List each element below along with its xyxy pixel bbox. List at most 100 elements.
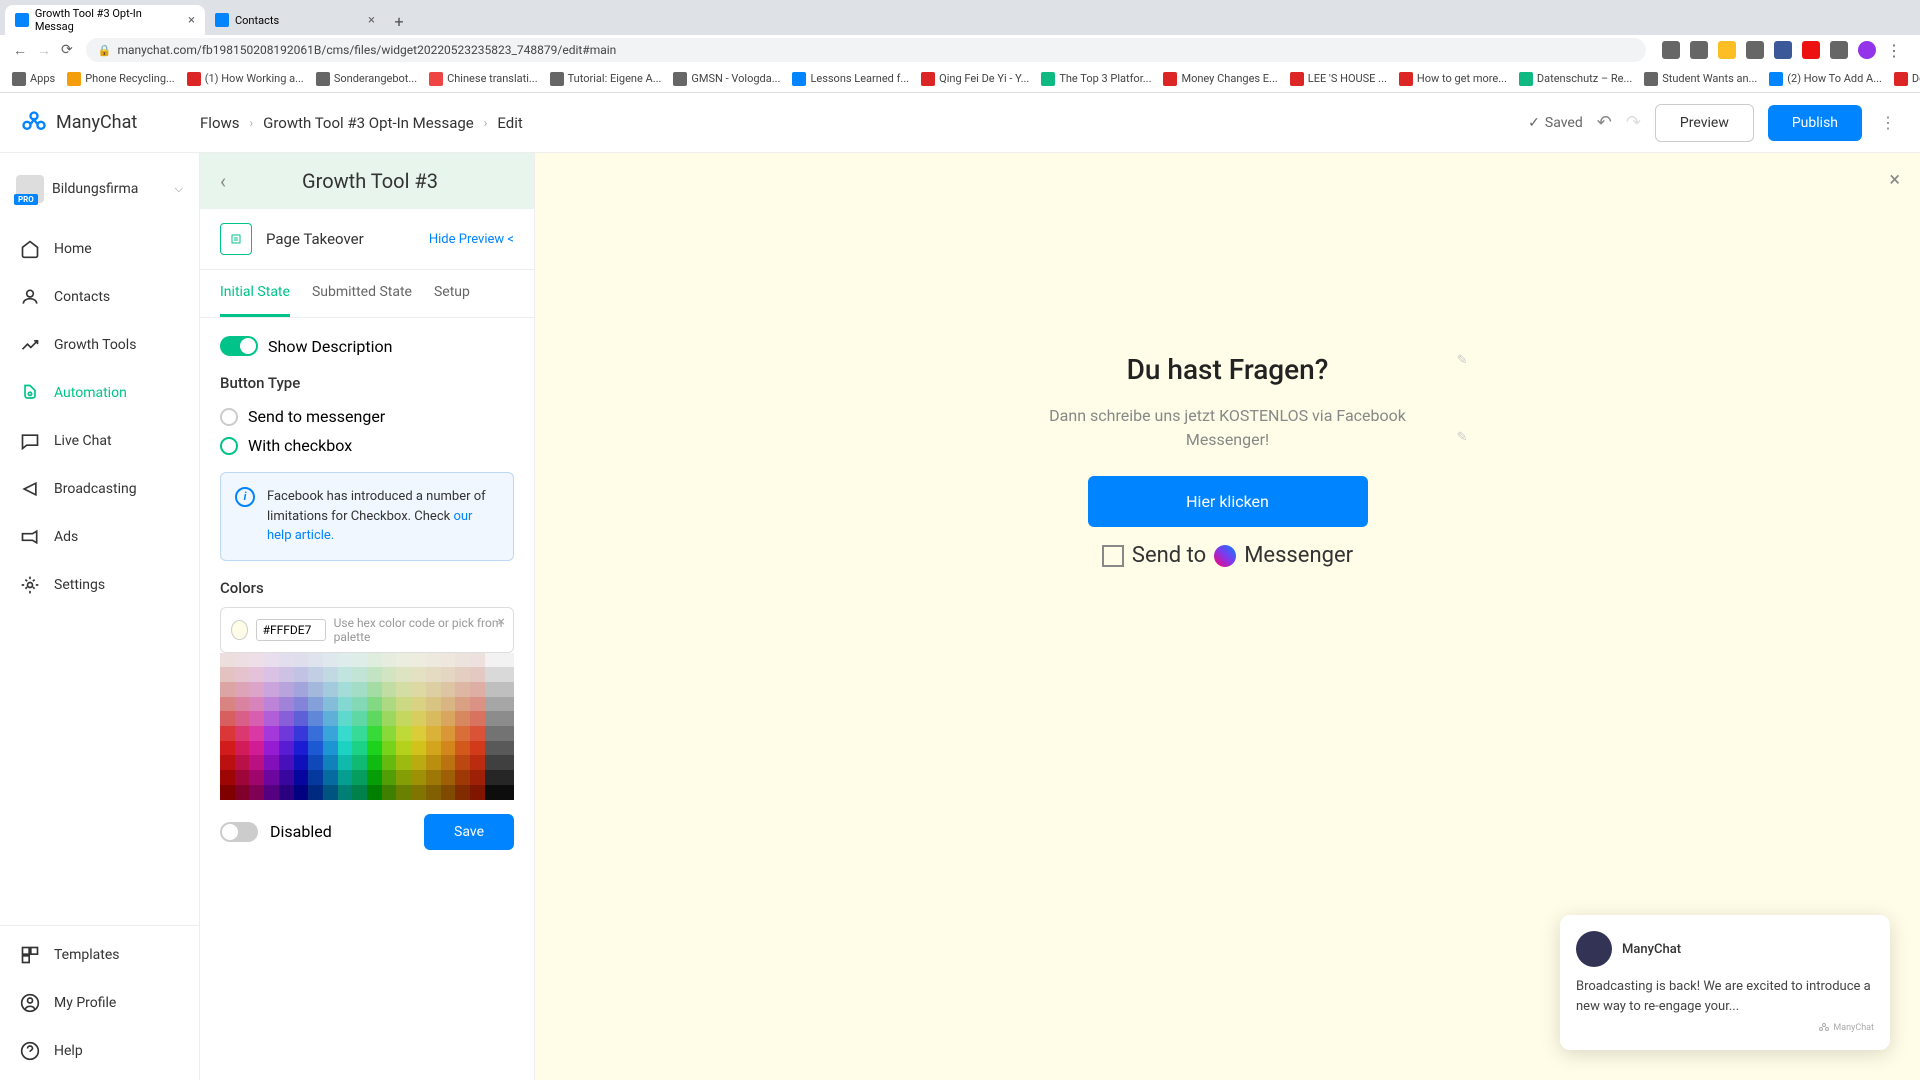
palette-swatch[interactable] [279, 653, 294, 668]
palette-swatch[interactable] [367, 741, 382, 756]
palette-swatch[interactable] [367, 711, 382, 726]
palette-swatch[interactable] [323, 653, 338, 668]
palette-swatch[interactable] [470, 697, 485, 712]
palette-swatch[interactable] [279, 755, 294, 770]
palette-swatch[interactable] [308, 682, 323, 697]
palette-swatch[interactable] [441, 741, 456, 756]
palette-swatch[interactable] [220, 741, 235, 756]
sidebar-item-automation[interactable]: Automation [0, 369, 199, 417]
palette-swatch[interactable] [485, 667, 500, 682]
palette-swatch[interactable] [338, 755, 353, 770]
palette-swatch[interactable] [499, 653, 514, 668]
palette-swatch[interactable] [323, 667, 338, 682]
palette-swatch[interactable] [264, 667, 279, 682]
radio-send-to-messenger[interactable]: Send to messenger [220, 402, 514, 431]
palette-swatch[interactable] [235, 682, 250, 697]
sidebar-item-help[interactable]: Help [0, 1027, 199, 1075]
palette-swatch[interactable] [264, 653, 279, 668]
palette-swatch[interactable] [220, 667, 235, 682]
palette-swatch[interactable] [308, 697, 323, 712]
sidebar-item-my-profile[interactable]: My Profile [0, 979, 199, 1027]
palette-swatch[interactable] [455, 697, 470, 712]
breadcrumb-flows[interactable]: Flows [200, 114, 240, 132]
bookmark-item[interactable]: Tutorial: Eigene A... [550, 72, 662, 86]
palette-swatch[interactable] [249, 682, 264, 697]
sidebar-item-templates[interactable]: Templates [0, 931, 199, 979]
palette-swatch[interactable] [455, 711, 470, 726]
palette-swatch[interactable] [470, 653, 485, 668]
palette-swatch[interactable] [485, 682, 500, 697]
palette-swatch[interactable] [235, 741, 250, 756]
reload-icon[interactable]: ⟳ [61, 42, 73, 58]
palette-swatch[interactable] [308, 741, 323, 756]
palette-swatch[interactable] [382, 697, 397, 712]
palette-swatch[interactable] [470, 711, 485, 726]
palette-swatch[interactable] [396, 711, 411, 726]
palette-swatch[interactable] [426, 667, 441, 682]
ext-icon[interactable] [1662, 41, 1680, 59]
checkbox[interactable] [1102, 545, 1124, 567]
palette-swatch[interactable] [485, 697, 500, 712]
preview-cta-button[interactable]: Hier klicken [1088, 476, 1368, 527]
palette-swatch[interactable] [294, 667, 309, 682]
palette-swatch[interactable] [411, 697, 426, 712]
ext-icon[interactable] [1774, 41, 1792, 59]
palette-swatch[interactable] [367, 755, 382, 770]
palette-swatch[interactable] [499, 682, 514, 697]
palette-swatch[interactable] [382, 682, 397, 697]
palette-swatch[interactable] [485, 755, 500, 770]
palette-swatch[interactable] [323, 770, 338, 785]
palette-swatch[interactable] [279, 785, 294, 800]
palette-swatch[interactable] [411, 755, 426, 770]
ext-icon[interactable] [1802, 41, 1820, 59]
palette-swatch[interactable] [279, 726, 294, 741]
kebab-menu-icon[interactable]: ⋮ [1876, 113, 1900, 132]
palette-swatch[interactable] [426, 741, 441, 756]
browser-tab[interactable]: Growth Tool #3 Opt-In Messag × [5, 5, 205, 35]
palette-swatch[interactable] [470, 667, 485, 682]
disabled-toggle[interactable] [220, 822, 258, 842]
palette-swatch[interactable] [308, 711, 323, 726]
palette-swatch[interactable] [220, 682, 235, 697]
palette-swatch[interactable] [485, 785, 500, 800]
palette-swatch[interactable] [264, 755, 279, 770]
bookmark-item[interactable]: (1) How Working a... [187, 72, 304, 86]
palette-swatch[interactable] [396, 653, 411, 668]
palette-swatch[interactable] [308, 755, 323, 770]
palette-swatch[interactable] [382, 741, 397, 756]
ext-icon[interactable] [1746, 41, 1764, 59]
palette-swatch[interactable] [455, 741, 470, 756]
palette-swatch[interactable] [235, 711, 250, 726]
hex-input[interactable] [256, 619, 326, 641]
palette-swatch[interactable] [367, 770, 382, 785]
back-icon[interactable]: ← [13, 42, 27, 59]
palette-swatch[interactable] [455, 770, 470, 785]
palette-swatch[interactable] [426, 726, 441, 741]
palette-swatch[interactable] [279, 682, 294, 697]
palette-swatch[interactable] [367, 726, 382, 741]
palette-swatch[interactable] [235, 667, 250, 682]
ext-icon[interactable] [1830, 41, 1848, 59]
palette-swatch[interactable] [323, 741, 338, 756]
bookmark-item[interactable]: Money Changes E... [1163, 72, 1277, 86]
url-field[interactable]: 🔒 manychat.com/fb198150208192061B/cms/fi… [86, 38, 1646, 62]
palette-swatch[interactable] [323, 726, 338, 741]
radio-with-checkbox[interactable]: With checkbox [220, 431, 514, 460]
palette-swatch[interactable] [264, 785, 279, 800]
palette-swatch[interactable] [294, 785, 309, 800]
palette-swatch[interactable] [352, 653, 367, 668]
palette-swatch[interactable] [426, 755, 441, 770]
preview-button[interactable]: Preview [1655, 104, 1754, 142]
palette-swatch[interactable] [367, 653, 382, 668]
palette-swatch[interactable] [367, 697, 382, 712]
palette-swatch[interactable] [485, 741, 500, 756]
palette-swatch[interactable] [499, 711, 514, 726]
palette-swatch[interactable] [294, 697, 309, 712]
palette-swatch[interactable] [352, 682, 367, 697]
avatar-icon[interactable] [1858, 41, 1876, 59]
palette-swatch[interactable] [499, 726, 514, 741]
palette-swatch[interactable] [249, 785, 264, 800]
palette-swatch[interactable] [411, 711, 426, 726]
palette-swatch[interactable] [411, 667, 426, 682]
palette-swatch[interactable] [441, 755, 456, 770]
